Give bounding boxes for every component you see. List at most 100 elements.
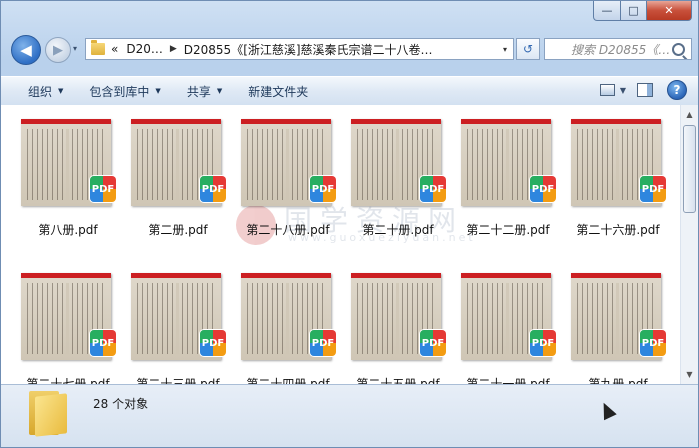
- file-name[interactable]: 第二十七册.pdf: [16, 375, 120, 384]
- change-view-button[interactable]: ▼: [600, 79, 626, 101]
- file-name[interactable]: 第八册.pdf: [16, 221, 120, 238]
- thumbnail-header-bar: [21, 273, 111, 278]
- breadcrumb-overflow[interactable]: «: [111, 42, 118, 56]
- thumbnail-header-bar: [241, 273, 331, 278]
- back-button[interactable]: ◀: [11, 35, 41, 65]
- pdf-file-icon: PDF: [420, 330, 446, 356]
- caption-buttons: — □ ✕: [593, 1, 692, 21]
- chevron-down-icon: ▼: [155, 87, 161, 95]
- preview-pane-button[interactable]: [632, 79, 658, 101]
- pdf-file-icon: PDF: [310, 176, 336, 202]
- pdf-file-icon: PDF: [90, 330, 116, 356]
- file-name[interactable]: 第二十一册.pdf: [456, 375, 560, 384]
- command-bar: 组织 ▼ 包含到库中 ▼ 共享 ▼ 新建文件夹 ▼ ?: [1, 76, 698, 106]
- file-name[interactable]: 第二十二册.pdf: [456, 221, 560, 238]
- vertical-scrollbar[interactable]: ▲ ▼: [680, 105, 698, 384]
- chevron-down-icon: ▼: [619, 85, 626, 95]
- pdf-file-icon: PDF: [530, 330, 556, 356]
- file-name[interactable]: 第二册.pdf: [126, 221, 230, 238]
- file-item[interactable]: PDF 第九册.pdf: [566, 259, 670, 384]
- navigation-row: ◀ ▶ ▾ « D20… ▶ D20855《[浙江慈溪]慈溪秦氏宗谱二十八卷… …: [9, 34, 692, 65]
- thumbnail-header-bar: [21, 119, 111, 124]
- thumbnail-header-bar: [461, 119, 551, 124]
- file-item[interactable]: PDF 第二册.pdf: [126, 105, 230, 238]
- include-in-library-button[interactable]: 包含到库中 ▼: [76, 77, 173, 105]
- minimize-button[interactable]: —: [593, 1, 621, 21]
- pdf-file-icon: PDF: [310, 330, 336, 356]
- details-pane: 28 个对象: [1, 384, 698, 447]
- file-name[interactable]: 第二十册.pdf: [346, 221, 450, 238]
- recent-pages-dropdown[interactable]: ▾: [73, 44, 77, 53]
- file-name[interactable]: 第二十六册.pdf: [566, 221, 670, 238]
- file-item[interactable]: PDF 第二十八册.pdf: [236, 105, 340, 238]
- preview-pane-icon: [637, 83, 653, 97]
- file-name[interactable]: 第二十五册.pdf: [346, 375, 450, 384]
- scroll-down-icon[interactable]: ▼: [683, 367, 696, 382]
- organize-button[interactable]: 组织 ▼: [1, 77, 76, 105]
- thumbnail-header-bar: [351, 119, 441, 124]
- help-icon: ?: [667, 80, 687, 100]
- chevron-down-icon: ▼: [216, 87, 223, 95]
- pdf-file-icon: PDF: [90, 176, 116, 202]
- file-item[interactable]: PDF 第二十六册.pdf: [566, 105, 670, 238]
- refresh-icon: ↺: [522, 42, 534, 56]
- pdf-file-icon: PDF: [420, 176, 446, 202]
- scroll-up-icon[interactable]: ▲: [683, 107, 696, 122]
- back-arrow-icon: ◀: [20, 41, 32, 59]
- pdf-file-icon: PDF: [640, 176, 666, 202]
- address-dropdown-icon[interactable]: ▾: [497, 45, 513, 54]
- maximize-button[interactable]: □: [621, 1, 647, 21]
- pdf-file-icon: PDF: [200, 330, 226, 356]
- file-name[interactable]: 第二十八册.pdf: [236, 221, 340, 238]
- view-tools: ▼ ?: [594, 79, 690, 101]
- thumbnail-header-bar: [571, 119, 661, 124]
- help-button[interactable]: ?: [664, 79, 690, 101]
- share-button[interactable]: 共享 ▼: [174, 77, 235, 105]
- forward-arrow-icon: ▶: [53, 42, 63, 58]
- scrollbar-thumb[interactable]: [683, 125, 696, 213]
- refresh-button[interactable]: ↺: [516, 38, 540, 60]
- organize-label: 组织: [28, 84, 53, 99]
- file-item[interactable]: PDF 第二十七册.pdf: [16, 259, 120, 384]
- item-count: 28 个对象: [93, 397, 149, 411]
- chevron-down-icon: ▼: [58, 87, 64, 95]
- folder-icon: [91, 40, 105, 55]
- thumbnail-header-bar: [131, 273, 221, 278]
- mouse-cursor-icon: [597, 399, 617, 421]
- file-item[interactable]: PDF 第二十册.pdf: [346, 105, 450, 238]
- thumbnail-header-bar: [131, 119, 221, 124]
- folder-icon: [29, 391, 67, 437]
- explorer-window: — □ ✕ ◀ ▶ ▾ « D20… ▶ D20855《[浙江慈溪]慈溪秦氏宗谱…: [0, 0, 699, 448]
- close-button[interactable]: ✕: [647, 1, 692, 21]
- include-in-library-label: 包含到库中: [89, 84, 150, 99]
- new-folder-button[interactable]: 新建文件夹: [235, 77, 321, 105]
- thumbnail-header-bar: [571, 273, 661, 278]
- thumbnail-header-bar: [461, 273, 551, 278]
- file-name[interactable]: 第九册.pdf: [566, 375, 670, 384]
- pdf-file-icon: PDF: [640, 330, 666, 356]
- file-item[interactable]: PDF 第二十四册.pdf: [236, 259, 340, 384]
- pdf-file-icon: PDF: [530, 176, 556, 202]
- search-placeholder: 搜索 D20855《…: [571, 42, 671, 57]
- file-list[interactable]: 国学资源网 www.guoxueziyuan.net PDF 第八册.pdf PDF…: [1, 105, 680, 384]
- thumbnail-header-bar: [351, 273, 441, 278]
- share-label: 共享: [186, 84, 211, 99]
- forward-button[interactable]: ▶: [45, 37, 71, 63]
- breadcrumb-item-current[interactable]: D20855《[浙江慈溪]慈溪秦氏宗谱二十八卷…: [184, 41, 433, 58]
- file-item[interactable]: PDF 第二十五册.pdf: [346, 259, 450, 384]
- breadcrumb-item-parent[interactable]: D20…: [126, 42, 163, 56]
- file-name[interactable]: 第二十四册.pdf: [236, 375, 340, 384]
- breadcrumb-separator-icon[interactable]: ▶: [170, 44, 177, 54]
- file-item[interactable]: PDF 第二十一册.pdf: [456, 259, 560, 384]
- file-item[interactable]: PDF 第八册.pdf: [16, 105, 120, 238]
- new-folder-label: 新建文件夹: [248, 84, 309, 99]
- pdf-file-icon: PDF: [200, 176, 226, 202]
- thumbnail-header-bar: [241, 119, 331, 124]
- file-name[interactable]: 第二十三册.pdf: [126, 375, 230, 384]
- search-input[interactable]: 搜索 D20855《…: [544, 38, 692, 60]
- search-icon[interactable]: [672, 43, 685, 56]
- view-icon: [600, 84, 615, 96]
- file-item[interactable]: PDF 第二十三册.pdf: [126, 259, 230, 384]
- file-item[interactable]: PDF 第二十二册.pdf: [456, 105, 560, 238]
- address-bar[interactable]: « D20… ▶ D20855《[浙江慈溪]慈溪秦氏宗谱二十八卷… ▾: [85, 38, 514, 60]
